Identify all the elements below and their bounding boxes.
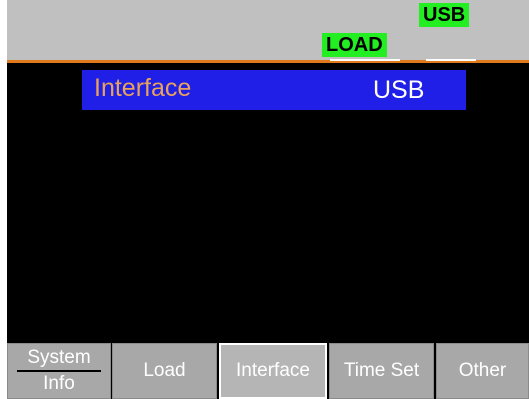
setting-value: USB — [373, 76, 425, 104]
interface-setting-row[interactable]: Interface USB — [82, 70, 466, 110]
load-status-badge: LOAD — [322, 33, 387, 57]
softkey-other[interactable]: Other — [436, 343, 529, 399]
setting-label: Interface — [94, 74, 192, 102]
softkey-divider — [17, 370, 101, 372]
softkey-bar: System Info Load Interface Time Set Othe… — [7, 343, 529, 399]
softkey-system-line2: Info — [43, 373, 75, 394]
softkey-system-info[interactable]: System Info — [7, 343, 111, 399]
usb-indicator-line — [426, 59, 476, 61]
softkey-interface[interactable]: Interface — [219, 343, 327, 399]
load-indicator-line — [330, 59, 400, 61]
usb-status-badge: USB — [419, 3, 470, 27]
softkey-time-set[interactable]: Time Set — [329, 343, 434, 399]
softkey-load[interactable]: Load — [112, 343, 217, 399]
screen-left-border — [0, 0, 7, 399]
softkey-system-line1: System — [27, 347, 91, 368]
